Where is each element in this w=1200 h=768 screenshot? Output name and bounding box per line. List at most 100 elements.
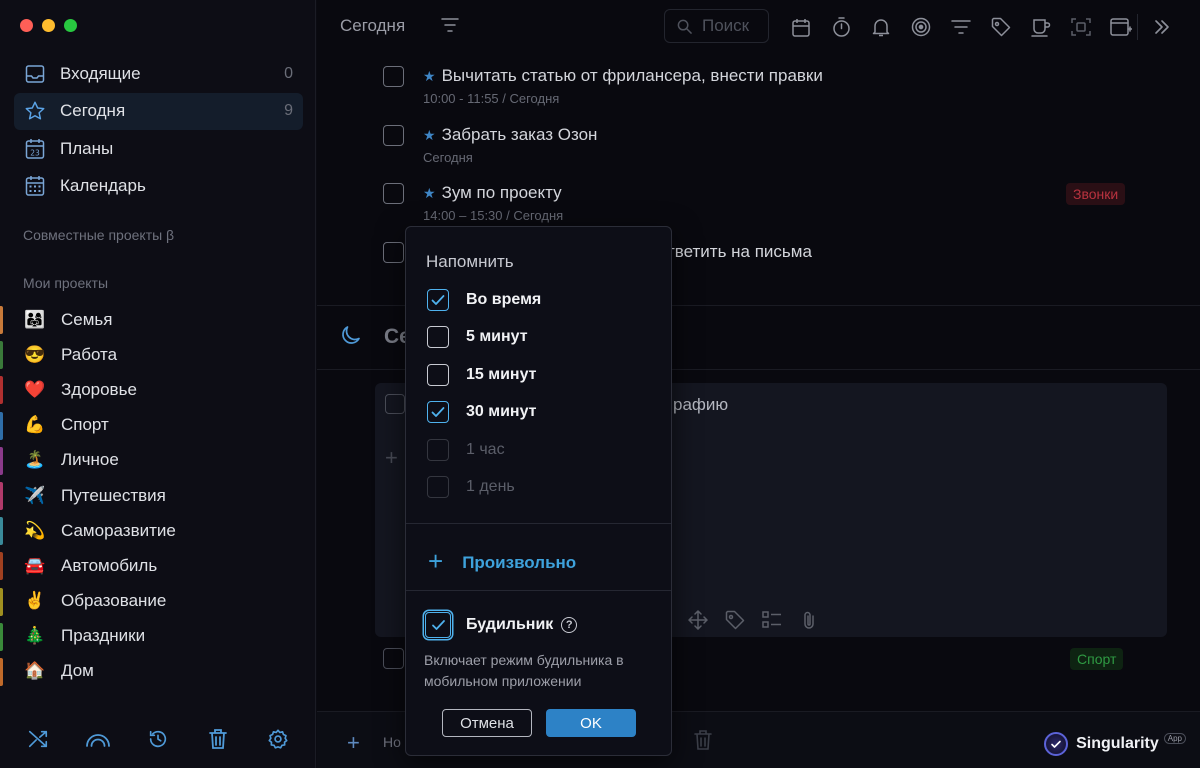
project-label: Дом xyxy=(61,661,94,681)
project-label: Работа xyxy=(61,344,118,364)
task-checkbox[interactable] xyxy=(383,125,404,146)
task-checkbox[interactable] xyxy=(383,242,404,263)
ok-button[interactable]: OK xyxy=(546,709,636,737)
scan-icon[interactable] xyxy=(1061,14,1101,40)
focus-icon[interactable] xyxy=(901,14,941,40)
toolbar-separator xyxy=(1137,14,1138,40)
sidebar-item-plans[interactable]: 23 Планы xyxy=(14,130,303,168)
chevron-double-right-icon[interactable] xyxy=(1149,14,1175,40)
add-task-icon[interactable]: + xyxy=(347,730,360,756)
checkbox[interactable] xyxy=(427,364,449,386)
reminder-option-on-time[interactable]: Во время xyxy=(427,287,541,313)
sidebar-item-label: Планы xyxy=(60,138,114,158)
task-edit-text[interactable]: рафию xyxy=(673,395,728,415)
project-item-travel[interactable]: ✈️ Путешествия xyxy=(0,478,316,513)
option-label: 5 минут xyxy=(466,328,528,345)
alarm-toggle[interactable]: Будильник ? xyxy=(425,612,578,638)
task-title: ★ Забрать заказ Озон xyxy=(423,125,597,145)
close-window-button[interactable] xyxy=(20,19,33,32)
reminder-option-5-min[interactable]: 5 минут xyxy=(427,324,528,350)
checklist-icon[interactable] xyxy=(759,607,785,633)
task-meta: Сегодня xyxy=(423,150,473,165)
project-item-sport[interactable]: 💪 Спорт xyxy=(0,408,316,443)
search-placeholder: Поиск xyxy=(702,16,750,35)
plus-icon: + xyxy=(428,546,444,576)
trash-icon[interactable] xyxy=(205,726,231,752)
project-color-bar xyxy=(0,552,3,581)
task-checkbox[interactable] xyxy=(383,183,404,204)
project-label: Автомобиль xyxy=(61,555,158,575)
help-icon[interactable]: ? xyxy=(561,617,578,633)
settings-icon[interactable] xyxy=(265,726,291,752)
star-icon: ★ xyxy=(423,68,436,84)
project-color-bar xyxy=(0,517,3,546)
add-subtask-icon[interactable]: + xyxy=(385,445,398,471)
sidebar-item-today[interactable]: Сегодня 9 xyxy=(14,92,303,130)
sort-icon[interactable] xyxy=(441,17,459,38)
calendar-icon[interactable] xyxy=(781,14,821,40)
search-input[interactable]: Поиск xyxy=(664,9,769,43)
project-item-education[interactable]: ✌️ Образование xyxy=(0,584,316,619)
task-checkbox[interactable] xyxy=(385,394,405,414)
task-checkbox[interactable] xyxy=(383,648,404,669)
star-icon: ★ xyxy=(423,185,436,201)
cancel-button[interactable]: Отмена xyxy=(442,709,532,737)
project-emoji: 🎄 xyxy=(24,626,46,646)
rainbow-icon[interactable] xyxy=(85,726,111,752)
task-tag[interactable]: Звонки xyxy=(1066,183,1126,205)
checkbox xyxy=(427,476,449,498)
sidebar-item-calendar[interactable]: Календарь xyxy=(14,168,303,206)
task-title: ★ Зум по проекту xyxy=(423,183,562,203)
coffee-icon[interactable] xyxy=(1021,14,1061,40)
project-item-family[interactable]: 👨‍👩‍👧 Семья xyxy=(0,302,316,337)
attachment-icon[interactable] xyxy=(796,607,822,633)
project-item-personal[interactable]: 🏝️ Личное xyxy=(0,443,316,478)
project-emoji: ✈️ xyxy=(24,485,46,505)
checkbox[interactable] xyxy=(427,289,449,311)
add-task-label[interactable]: Но xyxy=(383,734,401,750)
project-color-bar xyxy=(0,657,3,686)
project-item-health[interactable]: ❤️ Здоровье xyxy=(0,372,316,407)
tag-icon[interactable] xyxy=(722,607,748,633)
star-icon: ★ xyxy=(423,127,436,143)
project-item-work[interactable]: 😎 Работа xyxy=(0,337,316,372)
sidebar-item-inbox[interactable]: Входящие 0 xyxy=(14,55,303,93)
history-icon[interactable] xyxy=(145,726,171,752)
inbox-icon xyxy=(24,63,46,85)
trash-icon[interactable] xyxy=(693,729,713,756)
project-item-self-development[interactable]: 💫 Саморазвитие xyxy=(0,513,316,548)
alarm-checkbox[interactable] xyxy=(425,612,451,638)
minimize-window-button[interactable] xyxy=(42,19,55,32)
project-item-home[interactable]: 🏠 Дом xyxy=(0,654,316,689)
reminder-option-15-min[interactable]: 15 минут xyxy=(427,362,537,388)
move-icon[interactable] xyxy=(685,607,711,633)
project-color-bar xyxy=(0,622,3,651)
project-item-holidays[interactable]: 🎄 Праздники xyxy=(0,619,316,654)
tag-icon[interactable] xyxy=(981,14,1021,40)
checkbox[interactable] xyxy=(427,401,449,423)
card-toolbar xyxy=(685,607,822,633)
reminder-option-1-hour: 1 час xyxy=(427,437,505,463)
reminder-popover: Напомнить Во время 5 минут 15 минут 30 м… xyxy=(405,226,672,756)
sidebar-item-label: Входящие xyxy=(60,63,141,83)
timer-icon[interactable] xyxy=(821,14,861,40)
zoom-window-button[interactable] xyxy=(64,19,77,32)
project-label: Праздники xyxy=(61,626,146,646)
check-icon xyxy=(431,295,445,305)
reminder-option-30-min[interactable]: 30 минут xyxy=(427,399,537,425)
filter-icon[interactable] xyxy=(941,14,981,40)
project-emoji: 😎 xyxy=(24,344,46,364)
option-label: Во время xyxy=(466,291,542,308)
custom-reminder-button[interactable]: + Произвольно xyxy=(428,546,576,578)
checkbox[interactable] xyxy=(427,326,449,348)
task-tag[interactable]: Спорт xyxy=(1070,648,1124,670)
project-item-car[interactable]: 🚘 Автомобиль xyxy=(0,548,316,583)
bell-icon[interactable] xyxy=(861,14,901,40)
check-icon xyxy=(431,407,445,417)
shuffle-icon[interactable] xyxy=(25,726,51,752)
window-controls xyxy=(20,19,77,32)
new-window-icon[interactable] xyxy=(1101,14,1141,40)
task-checkbox[interactable] xyxy=(383,66,404,87)
shared-projects-title[interactable]: Совместные проекты β xyxy=(23,227,174,243)
project-color-bar xyxy=(0,341,3,370)
